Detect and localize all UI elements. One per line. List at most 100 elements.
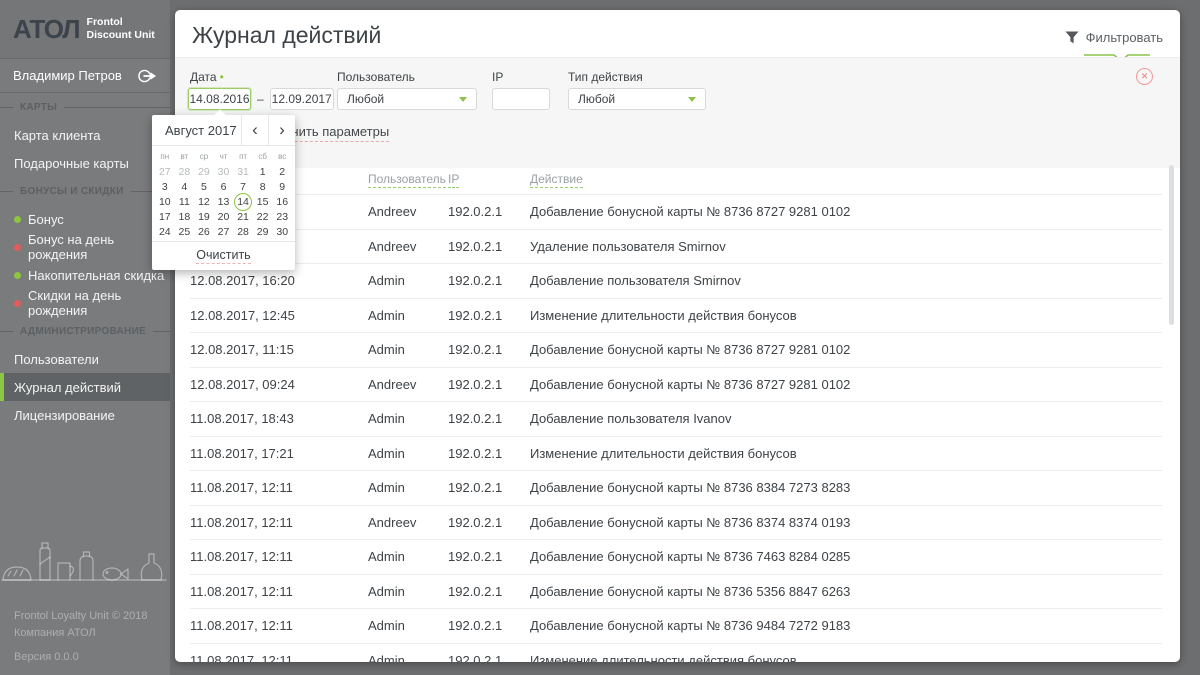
calendar-day[interactable]: 13 <box>214 194 234 209</box>
calendar-day[interactable]: 10 <box>155 194 175 209</box>
user-name: Владимир Петров <box>13 68 122 83</box>
calendar-weekday: сб <box>253 151 273 163</box>
calendar-next-icon[interactable]: › <box>268 115 295 145</box>
table-row[interactable]: 12.08.2017, 12:45Admin192.0.2.1Изменение… <box>190 298 1162 333</box>
column-header-label[interactable]: Пользователь <box>368 172 446 188</box>
calendar-day[interactable]: 21 <box>233 209 253 224</box>
calendar-day[interactable]: 23 <box>272 209 292 224</box>
table-row[interactable]: 11.08.2017, 12:11Andreev192.0.2.1Добавле… <box>190 505 1162 540</box>
sidebar-item-label: Скидки на день рождения <box>28 288 170 318</box>
sidebar-item[interactable]: Лицензирование <box>0 401 170 429</box>
column-header-label[interactable]: Действие <box>530 172 583 188</box>
calendar-day[interactable]: 12 <box>194 194 214 209</box>
close-filter-icon[interactable]: ✕ <box>1136 68 1153 85</box>
table-row[interactable]: Andreev192.0.2.1Удаление пользователя Sm… <box>190 229 1162 264</box>
nav-section-header: БОНУСЫ И СКИДКИ <box>0 177 170 205</box>
table-row[interactable]: 12.08.2017, 11:15Admin192.0.2.1Добавлени… <box>190 332 1162 367</box>
calendar-day[interactable]: 3 <box>155 179 175 194</box>
calendar-day[interactable]: 15 <box>253 194 273 209</box>
calendar-day[interactable]: 29 <box>194 164 214 179</box>
nav-section-header: АДМИНИСТРИРОВАНИЕ <box>0 317 170 345</box>
ip-filter-input[interactable] <box>492 88 550 110</box>
calendar-day[interactable]: 25 <box>175 224 195 239</box>
sidebar-item[interactable]: Журнал действий <box>0 373 170 401</box>
calendar-day[interactable]: 18 <box>175 209 195 224</box>
table-row[interactable]: 12.08.2017, 09:24Andreev192.0.2.1Добавле… <box>190 367 1162 402</box>
scrollbar-thumb[interactable] <box>1169 165 1174 325</box>
cell-date: 11.08.2017, 12:11 <box>190 480 368 495</box>
date-to-input[interactable] <box>270 88 334 110</box>
calendar-day-selected[interactable]: 14 <box>233 194 253 209</box>
calendar-day[interactable]: 30 <box>214 164 234 179</box>
table-row[interactable]: 12.08.2017, 16:20Admin192.0.2.1Добавлени… <box>190 263 1162 298</box>
table-row[interactable]: Andreev192.0.2.1Добавление бонусной карт… <box>190 194 1162 229</box>
table-row[interactable]: 11.08.2017, 12:11Admin192.0.2.1Добавлени… <box>190 539 1162 574</box>
calendar-day[interactable]: 1 <box>253 164 273 179</box>
calendar-prev-icon[interactable]: ‹ <box>241 115 268 145</box>
sidebar-item[interactable]: Пользователи <box>0 345 170 373</box>
sidebar-item[interactable]: Бонус на день рождения <box>0 233 170 261</box>
date-from-input[interactable] <box>188 88 251 110</box>
calendar-day[interactable]: 5 <box>194 179 214 194</box>
user-filter-select[interactable]: Любой <box>337 88 477 110</box>
calendar-day[interactable]: 27 <box>155 164 175 179</box>
column-header: Действие <box>530 170 1162 188</box>
cell-action: Удаление пользователя Smirnov <box>530 239 1162 254</box>
calendar-day[interactable]: 31 <box>233 164 253 179</box>
sidebar-item-label: Бонус <box>28 212 64 227</box>
calendar-day[interactable]: 19 <box>194 209 214 224</box>
calendar-month-label: Август 2017 <box>152 115 241 145</box>
table-row[interactable]: 11.08.2017, 17:21Admin192.0.2.1Изменение… <box>190 436 1162 471</box>
cell-action: Добавление пользователя Smirnov <box>530 273 1162 288</box>
table-row[interactable]: 11.08.2017, 12:11Admin192.0.2.1Добавлени… <box>190 608 1162 643</box>
calendar-day[interactable]: 17 <box>155 209 175 224</box>
sidebar-item[interactable]: Бонус <box>0 205 170 233</box>
column-header-label[interactable]: IP <box>448 172 459 188</box>
calendar-weekday: вс <box>272 151 292 163</box>
cell-user: Admin <box>368 411 448 426</box>
nav-section-label: АДМИНИСТРИРОВАНИЕ <box>20 326 146 337</box>
table-row[interactable]: 11.08.2017, 18:43Admin192.0.2.1Добавлени… <box>190 401 1162 436</box>
cell-action: Добавление бонусной карты № 8736 8374 83… <box>530 515 1162 530</box>
calendar-day[interactable]: 30 <box>272 224 292 239</box>
cell-user: Andreev <box>368 515 448 530</box>
calendar-day[interactable]: 29 <box>253 224 273 239</box>
calendar-weekday: пт <box>233 151 253 163</box>
cell-action: Добавление бонусной карты № 8736 5356 88… <box>530 584 1162 599</box>
calendar-day[interactable]: 28 <box>233 224 253 239</box>
calendar-day[interactable]: 9 <box>272 179 292 194</box>
cell-ip: 192.0.2.1 <box>448 653 530 662</box>
table-row[interactable]: 11.08.2017, 12:11Admin192.0.2.1Добавлени… <box>190 574 1162 609</box>
filter-toggle-label: Фильтровать <box>1086 30 1163 45</box>
sidebar-item[interactable]: Подарочные карты <box>0 149 170 177</box>
cell-action: Добавление бонусной карты № 8736 7463 82… <box>530 549 1162 564</box>
calendar-day[interactable]: 24 <box>155 224 175 239</box>
action-type-filter-select[interactable]: Любой <box>568 88 706 110</box>
calendar-day[interactable]: 26 <box>194 224 214 239</box>
calendar-day[interactable]: 6 <box>214 179 234 194</box>
calendar-day[interactable]: 11 <box>175 194 195 209</box>
log-table-body: Andreev192.0.2.1Добавление бонусной карт… <box>190 194 1162 662</box>
table-row[interactable]: 11.08.2017, 12:11Admin192.0.2.1Изменение… <box>190 643 1162 663</box>
calendar-day[interactable]: 16 <box>272 194 292 209</box>
date-filter-label: Дата• <box>190 70 224 84</box>
calendar-day[interactable]: 28 <box>175 164 195 179</box>
cell-ip: 192.0.2.1 <box>448 411 530 426</box>
calendar-day[interactable]: 4 <box>175 179 195 194</box>
sidebar-item[interactable]: Скидки на день рождения <box>0 289 170 317</box>
calendar-day[interactable]: 27 <box>214 224 234 239</box>
calendar-clear-button[interactable]: Очистить <box>196 248 250 264</box>
cell-ip: 192.0.2.1 <box>448 204 530 219</box>
cell-user: Andreev <box>368 204 448 219</box>
calendar-day[interactable]: 20 <box>214 209 234 224</box>
calendar-day[interactable]: 22 <box>253 209 273 224</box>
cell-action: Изменение длительности действия бонусов <box>530 308 1162 323</box>
sidebar-item[interactable]: Накопительная скидка <box>0 261 170 289</box>
filter-toggle-button[interactable]: Фильтровать <box>1065 30 1163 45</box>
sidebar-item[interactable]: Карта клиента <box>0 121 170 149</box>
logout-icon[interactable] <box>138 69 157 83</box>
calendar-day[interactable]: 2 <box>272 164 292 179</box>
calendar-day[interactable]: 8 <box>253 179 273 194</box>
nav-section-header: КАРТЫ <box>0 93 170 121</box>
table-row[interactable]: 11.08.2017, 12:11Admin192.0.2.1Добавлени… <box>190 470 1162 505</box>
